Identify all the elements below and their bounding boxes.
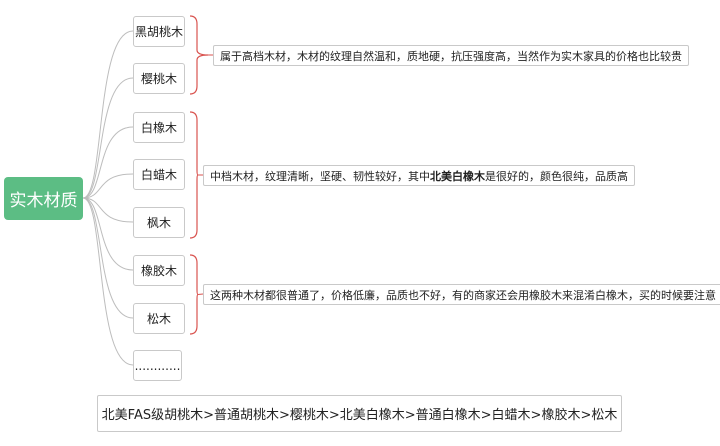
root-node[interactable]: 实木材质 (4, 177, 83, 220)
mind-map: 实木材质 黑胡桃木 樱桃木 白橡木 白蜡木 枫木 橡胶木 松木 ........… (0, 0, 720, 446)
branch-connector (82, 197, 134, 271)
node-rubberwood[interactable]: 橡胶木 (133, 255, 185, 286)
node-ash[interactable]: 白蜡木 (133, 159, 185, 190)
branch-connector (82, 197, 134, 366)
connector-layer (82, 15, 213, 366)
group-bracket (189, 254, 199, 335)
node-maple[interactable]: 枫木 (133, 207, 185, 238)
branch-connector (82, 30, 134, 199)
group-bracket (189, 15, 209, 95)
node-black-walnut[interactable]: 黑胡桃木 (133, 16, 185, 47)
node-white-oak[interactable]: 白橡木 (133, 112, 185, 143)
node-cherry[interactable]: 樱桃木 (133, 63, 185, 94)
note-mid-range-text-a: 中档木材，纹理清晰，坚硬、韧性较好，其中 (210, 169, 430, 183)
group-bracket (189, 111, 199, 239)
note-mid-range-text-b: 是很好的，颜色很纯，品质高 (485, 169, 628, 183)
branch-connector (82, 126, 134, 199)
note-high-end[interactable]: 属于高档木材，木材的纹理自然温和，质地硬，抗压强度高，当然作为实木家具的价格也比… (213, 45, 689, 66)
note-low-end[interactable]: 这两种木材都很普通了，价格低廉，品质也不好，有的商家还会用橡胶木来混淆白橡木，买… (203, 284, 720, 305)
node-more[interactable]: ............ (133, 350, 182, 381)
note-mid-range[interactable]: 中档木材，纹理清晰，坚硬、韧性较好，其中 北美白橡木 是很好的，颜色很纯，品质高 (203, 165, 635, 186)
note-mid-range-highlight: 北美白橡木 (430, 169, 485, 183)
ranking-summary[interactable]: 北美FAS级胡桃木>普通胡桃木>樱桃木>北美白橡木>普通白橡木>白蜡木>橡胶木>… (97, 395, 622, 432)
node-pine[interactable]: 松木 (133, 303, 185, 334)
